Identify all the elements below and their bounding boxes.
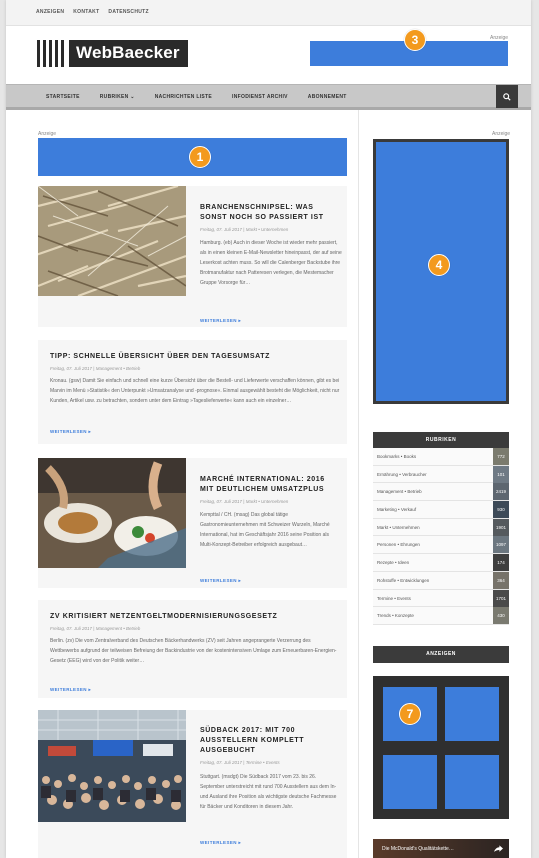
rubrik-item[interactable]: Rezepte • Ideen 174 bbox=[373, 554, 509, 572]
article-1-excerpt: Hamburg. (eb) Auch in dieser Woche ist w… bbox=[200, 240, 342, 286]
rubrik-item[interactable]: Personen • Ehrungen 1097 bbox=[373, 536, 509, 555]
logo-text: WebBaecker bbox=[69, 40, 188, 67]
rubrik-count: 2419 bbox=[493, 483, 509, 501]
rubrik-count: 364 bbox=[493, 571, 509, 589]
sidebar-ad-label: Anzeige bbox=[492, 131, 511, 137]
top-bar: ANZEIGEN KONTAKT DATENSCHUTZ bbox=[6, 0, 531, 26]
rubrik-item[interactable]: Markt • Unternehmen 1901 bbox=[373, 518, 509, 537]
article-3-image[interactable] bbox=[38, 458, 186, 568]
article-3-title[interactable]: MARCHÉ INTERNATIONAL: 2016 MIT DEUTLICHE… bbox=[200, 475, 340, 495]
rubrik-item[interactable]: Rohstoffe • Entwicklungen 364 bbox=[373, 571, 509, 590]
rubrik-label: Management • Betrieb bbox=[377, 489, 422, 495]
ad-tile-4[interactable] bbox=[445, 755, 499, 809]
logo-bars bbox=[37, 40, 69, 67]
nav-search-button[interactable] bbox=[496, 85, 518, 108]
video-teaser[interactable]: Die McDonald's Qualitätskette… bbox=[373, 839, 509, 858]
rubriken-heading: RUBRIKEN bbox=[373, 432, 509, 448]
anzeigen-heading: ANZEIGEN bbox=[373, 646, 509, 663]
article-card-4: ZV KRITISIERT NETZENTGELTMODERNISIERUNGS… bbox=[38, 600, 347, 698]
badge-3: 3 bbox=[404, 29, 426, 51]
top-links: ANZEIGEN KONTAKT DATENSCHUTZ bbox=[36, 9, 149, 15]
rubrik-label: Marketing • Verkauf bbox=[377, 507, 417, 513]
nav-nachrichten-liste[interactable]: NACHRICHTEN LISTE bbox=[155, 94, 212, 100]
top-link-anzeigen[interactable]: ANZEIGEN bbox=[36, 9, 64, 15]
badge-1: 1 bbox=[189, 146, 211, 168]
article-3-read-more[interactable]: WEITERLESEN ▸ bbox=[200, 578, 241, 584]
rubrik-label: Bookmarks • Books bbox=[377, 454, 417, 459]
article-5-image[interactable] bbox=[38, 710, 186, 822]
rubrik-count: 772 bbox=[493, 448, 509, 465]
rubrik-count: 1097 bbox=[493, 536, 509, 554]
rubrik-item[interactable]: Management • Betrieb 2419 bbox=[373, 483, 509, 502]
rubrik-item[interactable]: Termine • Events 1701 bbox=[373, 589, 509, 608]
sidebar-ad-frame: 4 bbox=[373, 139, 509, 404]
rubrik-label: Markt • Unternehmen bbox=[377, 524, 420, 530]
article-5-title[interactable]: SÜDBACK 2017: MIT 700 AUSSTELLERN KOMPLE… bbox=[200, 726, 340, 756]
article-1-meta: Freitag, 07. Juli 2017 | Markt • Unterne… bbox=[200, 227, 289, 232]
badge-4: 4 bbox=[428, 254, 450, 276]
top-link-kontakt[interactable]: KONTAKT bbox=[73, 9, 99, 15]
article-1-image[interactable] bbox=[38, 186, 186, 296]
article-2-read-more[interactable]: WEITERLESEN ▸ bbox=[50, 429, 91, 435]
rubrik-item[interactable]: Bookmarks • Books 772 bbox=[373, 448, 509, 466]
article-3-meta: Freitag, 07. Juli 2017 | Markt • Unterne… bbox=[200, 499, 289, 504]
article-2-meta: Freitag, 07. Juli 2017 | Management • Be… bbox=[50, 366, 141, 371]
rubrik-label: Personen • Ehrungen bbox=[377, 542, 420, 548]
rubrik-count: 101 bbox=[493, 465, 509, 483]
article-card-1: BRANCHENSCHNIPSEL: WAS SONST NOCH SO PAS… bbox=[38, 186, 347, 327]
main-nav: STARTSEITE RUBRIKEN ⌄ NACHRICHTEN LISTE … bbox=[6, 84, 531, 110]
ad-tile-3[interactable] bbox=[383, 755, 437, 809]
article-5-read-more[interactable]: WEITERLESEN ▸ bbox=[200, 840, 241, 846]
ad-tile-2[interactable] bbox=[445, 687, 499, 741]
rubrik-label: Ernährung • Verbraucher bbox=[377, 471, 427, 477]
article-5-meta: Freitag, 07. Juli 2017 | Termine • Event… bbox=[200, 760, 280, 765]
share-icon[interactable] bbox=[494, 845, 503, 853]
article-4-meta: Freitag, 07. Juli 2017 | Management • Be… bbox=[50, 626, 141, 631]
nav-startseite[interactable]: STARTSEITE bbox=[46, 94, 80, 100]
video-title: Die McDonald's Qualitätskette… bbox=[382, 846, 454, 852]
rubrik-label: Trends • Konzepte bbox=[377, 613, 414, 619]
article-4-excerpt: Berlin. (zv) Die vom Zentralverband des … bbox=[50, 638, 337, 664]
rubriken-list: Bookmarks • Books 772 Ernährung • Verbrauc… bbox=[373, 448, 509, 625]
rubrik-count: 930 bbox=[493, 501, 509, 519]
article-2-title[interactable]: TIPP: SCHNELLE ÜBERSICHT ÜBER DEN TAGESU… bbox=[50, 352, 340, 362]
article-4-title[interactable]: ZV KRITISIERT NETZENTGELTMODERNISIERUNGS… bbox=[50, 612, 340, 622]
nav-infodienst-archiv[interactable]: INFODIENST ARCHIV bbox=[232, 94, 288, 100]
rubrik-count: 1701 bbox=[493, 589, 509, 607]
search-icon bbox=[503, 92, 511, 101]
article-card-2: TIPP: SCHNELLE ÜBERSICHT ÜBER DEN TAGESU… bbox=[38, 340, 347, 444]
rubrik-count: 174 bbox=[493, 554, 509, 572]
badge-7: 7 bbox=[399, 703, 421, 725]
rubrik-count: 1901 bbox=[493, 518, 509, 536]
header: WebBaecker Anzeige 3 bbox=[6, 26, 531, 84]
site-logo[interactable]: WebBaecker bbox=[37, 40, 188, 67]
page: ANZEIGEN KONTAKT DATENSCHUTZ WebBaecker … bbox=[6, 0, 531, 858]
article-1-read-more[interactable]: WEITERLESEN ▸ bbox=[200, 318, 241, 324]
article-5-excerpt: Stuttgart. (msdgt) Die Südback 2017 vom … bbox=[200, 774, 337, 810]
rubrik-count: 430 bbox=[493, 607, 509, 625]
rubrik-label: Rezepte • Ideen bbox=[377, 560, 410, 566]
article-4-read-more[interactable]: WEITERLESEN ▸ bbox=[50, 687, 91, 693]
nav-abonnement[interactable]: ABONNEMENT bbox=[308, 94, 347, 100]
article-3-excerpt: Kempttal / CH. (msag) Das global tätige … bbox=[200, 512, 330, 548]
rubrik-label: Rohstoffe • Entwicklungen bbox=[377, 577, 430, 583]
article-card-5: SÜDBACK 2017: MIT 700 AUSSTELLERN KOMPLE… bbox=[38, 710, 347, 858]
article-2-excerpt: Kronau. (gsw) Damit Sie einfach und schn… bbox=[50, 378, 340, 404]
column-divider bbox=[358, 110, 359, 858]
rubrik-item[interactable]: Ernährung • Verbraucher 101 bbox=[373, 465, 509, 484]
rubrik-item[interactable]: Trends • Konzepte 430 bbox=[373, 607, 509, 625]
main-ad-label: Anzeige bbox=[38, 131, 57, 137]
article-1-title[interactable]: BRANCHENSCHNIPSEL: WAS SONST NOCH SO PAS… bbox=[200, 203, 340, 223]
article-card-3: MARCHÉ INTERNATIONAL: 2016 MIT DEUTLICHE… bbox=[38, 458, 347, 588]
rubrik-label: Termine • Events bbox=[377, 595, 411, 601]
nav-rubriken[interactable]: RUBRIKEN ⌄ bbox=[100, 94, 135, 100]
rubrik-item[interactable]: Marketing • Verkauf 930 bbox=[373, 501, 509, 519]
anzeigen-ad-grid: 7 bbox=[373, 676, 509, 819]
top-link-datenschutz[interactable]: DATENSCHUTZ bbox=[108, 9, 148, 15]
